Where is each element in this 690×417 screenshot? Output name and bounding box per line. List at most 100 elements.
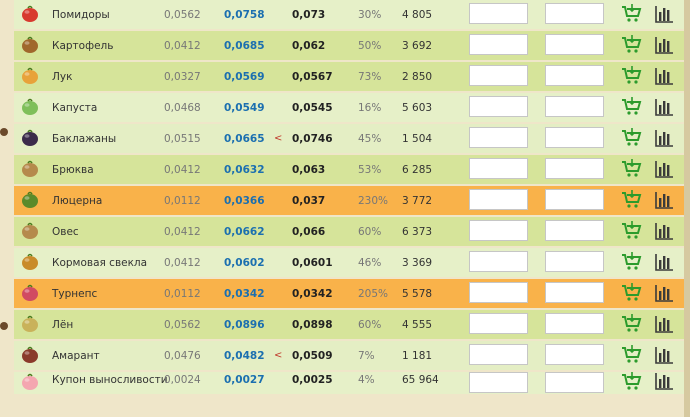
stats-chart-icon[interactable] xyxy=(654,129,674,147)
percent-change: 53% xyxy=(358,163,382,176)
price-offer: 0,0509 xyxy=(292,349,333,362)
price-input[interactable] xyxy=(545,372,604,393)
amount-input[interactable] xyxy=(469,220,528,241)
stats-chart-icon[interactable] xyxy=(654,372,674,390)
item-name: Кормовая свекла xyxy=(52,256,148,269)
item-name: Купон выносливости xyxy=(52,374,168,386)
price-input[interactable] xyxy=(545,96,604,117)
item-name: Помидоры xyxy=(52,8,110,21)
cart-buy-icon[interactable] xyxy=(621,66,643,86)
amount-input[interactable] xyxy=(469,313,528,334)
cart-buy-icon[interactable] xyxy=(621,283,643,303)
cart-buy-icon[interactable] xyxy=(621,97,643,117)
item-name: Овес xyxy=(52,225,79,238)
stats-chart-icon[interactable] xyxy=(654,98,674,116)
price-min: 0,0112 xyxy=(164,287,201,300)
table-row: Картофель 0,0412 0,0685 0,062 50% 3 692 xyxy=(14,31,684,60)
quantity: 1 504 xyxy=(402,132,433,145)
cart-buy-icon[interactable] xyxy=(621,35,643,55)
market-table: Помидоры 0,0562 0,0758 0,073 30% 4 805 Картофе… xyxy=(14,0,684,396)
price-offer: 0,073 xyxy=(292,8,326,21)
stats-chart-icon[interactable] xyxy=(654,284,674,302)
amount-input[interactable] xyxy=(469,96,528,117)
amount-input[interactable] xyxy=(469,158,528,179)
amount-input[interactable] xyxy=(469,65,528,86)
cart-buy-icon[interactable] xyxy=(621,252,643,272)
stats-chart-icon[interactable] xyxy=(654,36,674,54)
price-offer: 0,0601 xyxy=(292,256,333,269)
stats-chart-icon[interactable] xyxy=(654,346,674,364)
price-input[interactable] xyxy=(545,251,604,272)
left-edge xyxy=(0,0,14,417)
stats-chart-icon[interactable] xyxy=(654,315,674,333)
turnip-icon xyxy=(20,283,40,303)
price-current: 0,0662 xyxy=(224,225,265,238)
price-current: 0,0366 xyxy=(224,194,265,207)
price-input[interactable] xyxy=(545,127,604,148)
right-edge xyxy=(684,0,690,417)
stats-chart-icon[interactable] xyxy=(654,222,674,240)
percent-change: 7% xyxy=(358,349,375,362)
item-name: Капуста xyxy=(52,101,98,114)
stats-chart-icon[interactable] xyxy=(654,5,674,23)
price-indicator: < xyxy=(274,350,283,361)
price-input[interactable] xyxy=(545,344,604,365)
price-offer: 0,063 xyxy=(292,163,326,176)
quantity: 2 850 xyxy=(402,70,433,83)
price-input[interactable] xyxy=(545,158,604,179)
table-row: Лук 0,0327 0,0569 0,0567 73% 2 850 xyxy=(14,62,684,91)
onion-icon xyxy=(20,66,40,86)
quantity: 6 373 xyxy=(402,225,433,238)
stats-chart-icon[interactable] xyxy=(654,67,674,85)
table-row: Купон выносливости 0,0024 0,0027 0,0025 4% 65… xyxy=(14,372,684,394)
quantity: 6 285 xyxy=(402,163,433,176)
amount-input[interactable] xyxy=(469,189,528,210)
price-current: 0,0602 xyxy=(224,256,265,269)
price-input[interactable] xyxy=(545,313,604,334)
price-input[interactable] xyxy=(545,282,604,303)
stats-chart-icon[interactable] xyxy=(654,160,674,178)
stats-chart-icon[interactable] xyxy=(654,253,674,271)
price-min: 0,0476 xyxy=(164,349,201,362)
tomato-icon xyxy=(20,4,40,24)
amount-input[interactable] xyxy=(469,372,528,393)
stats-chart-icon[interactable] xyxy=(654,191,674,209)
price-input[interactable] xyxy=(545,3,604,24)
price-offer: 0,0342 xyxy=(292,287,333,300)
amount-input[interactable] xyxy=(469,344,528,365)
price-current: 0,0632 xyxy=(224,163,265,176)
price-offer: 0,066 xyxy=(292,225,326,238)
table-row: Лён 0,0562 0,0896 0,0898 60% 4 555 xyxy=(14,310,684,339)
cart-buy-icon[interactable] xyxy=(621,4,643,24)
price-min: 0,0562 xyxy=(164,8,201,21)
cart-buy-icon[interactable] xyxy=(621,128,643,148)
amount-input[interactable] xyxy=(469,251,528,272)
percent-change: 205% xyxy=(358,287,389,300)
price-indicator: < xyxy=(274,133,283,144)
table-row: Баклажаны 0,0515 0,0665 <0,0746 45% 1 504 xyxy=(14,124,684,153)
cart-buy-icon[interactable] xyxy=(621,345,643,365)
cart-buy-icon[interactable] xyxy=(621,314,643,334)
quantity: 3 772 xyxy=(402,194,433,207)
cart-buy-icon[interactable] xyxy=(621,372,643,392)
price-input[interactable] xyxy=(545,65,604,86)
cart-buy-icon[interactable] xyxy=(621,159,643,179)
cart-buy-icon[interactable] xyxy=(621,190,643,210)
item-name: Турнепс xyxy=(52,287,98,300)
cart-buy-icon[interactable] xyxy=(621,221,643,241)
amount-input[interactable] xyxy=(469,3,528,24)
price-input[interactable] xyxy=(545,34,604,55)
amount-input[interactable] xyxy=(469,34,528,55)
edge-decoration-icon xyxy=(0,128,8,136)
alfalfa-icon xyxy=(20,190,40,210)
price-input[interactable] xyxy=(545,220,604,241)
table-row: Люцерна 0,0112 0,0366 0,037 230% 3 772 xyxy=(14,186,684,215)
amount-input[interactable] xyxy=(469,282,528,303)
table-row: Амарант 0,0476 0,0482 <0,0509 7% 1 181 xyxy=(14,341,684,370)
price-current: 0,0685 xyxy=(224,39,265,52)
price-input[interactable] xyxy=(545,189,604,210)
percent-change: 30% xyxy=(358,8,382,21)
price-min: 0,0515 xyxy=(164,132,201,145)
amount-input[interactable] xyxy=(469,127,528,148)
percent-change: 45% xyxy=(358,132,382,145)
